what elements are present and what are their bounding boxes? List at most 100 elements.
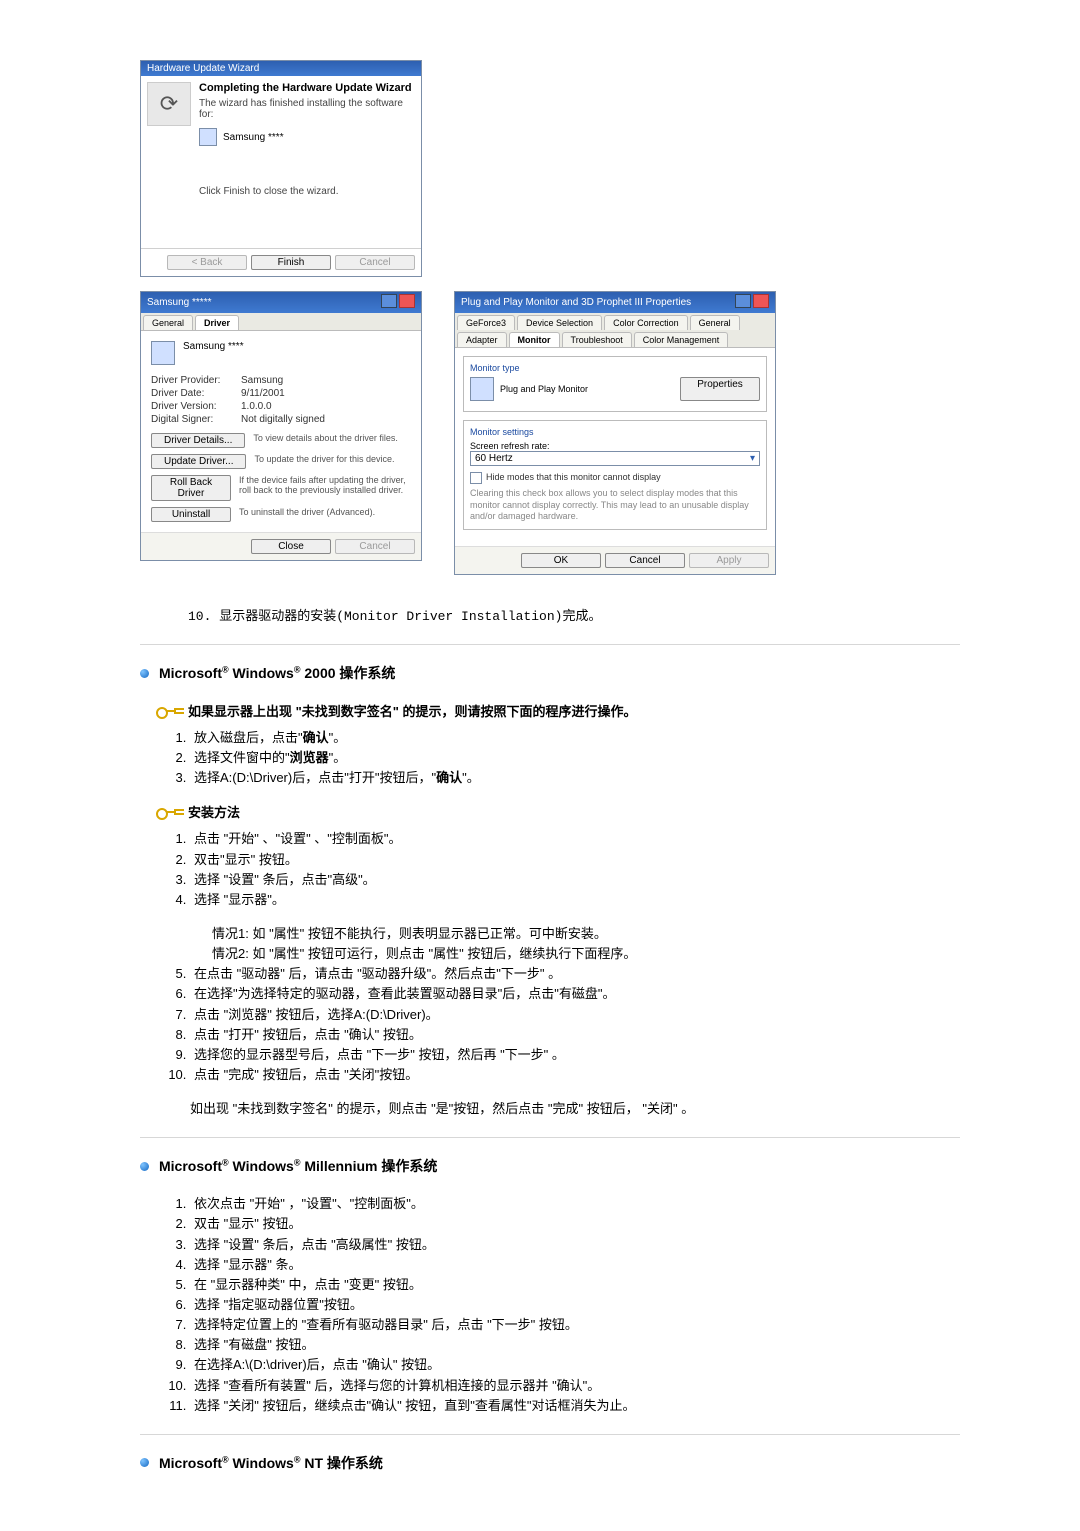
hide-modes-checkbox[interactable]	[470, 472, 482, 484]
list-item: 在选择A:\(D:\driver)后，点击 "确认" 按钮。	[190, 1355, 960, 1375]
tab-color-correction[interactable]: Color Correction	[604, 315, 688, 330]
list-item: 选择您的显示器型号后，点击 "下一步" 按钮，然后再 "下一步" 。	[190, 1045, 960, 1065]
close-icon[interactable]	[753, 294, 769, 308]
list-item: 点击 "打开" 按钮后，点击 "确认" 按钮。	[190, 1025, 960, 1045]
label-provider: Driver Provider:	[151, 375, 241, 386]
txt: Windows	[229, 1455, 294, 1471]
list-item: 点击 "完成" 按钮后，点击 "关闭"按钮。	[190, 1065, 960, 1085]
list-install-steps-2000: 点击 "开始" 、"设置" 、"控制面板"。 双击"显示" 按钮。 选择 "设置…	[190, 829, 960, 910]
cancel-button-3[interactable]: Cancel	[605, 553, 685, 568]
list-item: 双击"显示" 按钮。	[190, 850, 960, 870]
driver-device-name: Samsung ****	[183, 341, 244, 365]
cancel-button-2: Cancel	[335, 539, 415, 554]
cancel-button: Cancel	[335, 255, 415, 270]
tab-adapter[interactable]: Adapter	[457, 332, 507, 347]
update-driver-desc: To update the driver for this device.	[254, 454, 394, 464]
help-icon[interactable]	[735, 294, 751, 308]
list-item: 点击 "浏览器" 按钮后，选择A:(D:\Driver)。	[190, 1005, 960, 1025]
monitor-dlg-title: Plug and Play Monitor and 3D Prophet III…	[461, 297, 691, 308]
divider	[140, 1137, 960, 1138]
update-driver-button[interactable]: Update Driver...	[151, 454, 246, 469]
driver-properties-dialog: Samsung ***** General Driver Samsung ***…	[140, 291, 422, 561]
label-date: Driver Date:	[151, 388, 241, 399]
tail-note-2000: 如出现 "未找到数字签名" 的提示，则点击 "是"按钮，然后点击 "完成" 按钮…	[190, 1099, 960, 1119]
fieldset-monitor-settings: Monitor settings	[470, 427, 760, 437]
list-item: 选择 "查看所有装置" 后，选择与您的计算机相连接的显示器并 "确认"。	[190, 1376, 960, 1396]
key-icon	[156, 805, 178, 819]
rollback-driver-desc: If the device fails after updating the d…	[239, 475, 411, 495]
monitor-icon	[151, 341, 175, 365]
case-1: 情况1: 如 "属性" 按钮不能执行，则表明显示器已正常。可中断安装。	[212, 924, 960, 944]
value-signer: Not digitally signed	[241, 414, 325, 425]
close-button[interactable]: Close	[251, 539, 331, 554]
case-2: 情况2: 如 "属性" 按钮可运行，则点击 "属性" 按钮后，继续执行下面程序。	[212, 944, 960, 964]
txt: 2000 操作系统	[300, 665, 395, 681]
list-item: 双击 "显示" 按钮。	[190, 1214, 960, 1234]
list-item: 选择 "显示器" 条。	[190, 1255, 960, 1275]
tab-color-management[interactable]: Color Management	[634, 332, 729, 347]
txt: Microsoft	[159, 1455, 222, 1471]
uninstall-button[interactable]: Uninstall	[151, 507, 231, 522]
tab-troubleshoot[interactable]: Troubleshoot	[562, 332, 632, 347]
refresh-rate-value: 60 Hertz	[475, 453, 513, 464]
value-date: 9/11/2001	[241, 388, 285, 399]
hide-modes-label: Hide modes that this monitor cannot disp…	[486, 472, 661, 482]
ok-button[interactable]: OK	[521, 553, 601, 568]
driver-dlg-title: Samsung *****	[147, 297, 211, 308]
txt: Millennium 操作系统	[300, 1158, 437, 1174]
list-item: 选择A:(D:\Driver)后，点击"打开"按钮后，"确认"。	[190, 768, 960, 788]
help-icon[interactable]	[381, 294, 397, 308]
monitor-type-value: Plug and Play Monitor	[500, 384, 588, 394]
list-item: 在点击 "驱动器" 后，请点击 "驱动器升级"。然后点击"下一步" 。	[190, 964, 960, 984]
driver-dlg-titlebar: Samsung *****	[141, 292, 421, 313]
driver-details-button[interactable]: Driver Details...	[151, 433, 245, 448]
wizard-device: Samsung ****	[223, 132, 284, 143]
refresh-rate-select[interactable]: 60 Hertz ▾	[470, 451, 760, 466]
tab-geforce3[interactable]: GeForce3	[457, 315, 515, 330]
tab-general[interactable]: General	[143, 315, 193, 330]
wizard-icon	[147, 82, 191, 126]
chevron-down-icon: ▾	[750, 453, 755, 464]
tab-device-selection[interactable]: Device Selection	[517, 315, 602, 330]
value-provider: Samsung	[241, 375, 283, 386]
heading-windows-me: Microsoft® Windows® Millennium 操作系统	[140, 1156, 960, 1176]
wizard-line2: Click Finish to close the wizard.	[199, 186, 415, 197]
apply-button: Apply	[689, 553, 769, 568]
wizard-line1: The wizard has finished installing the s…	[199, 98, 415, 120]
subheading-install-text: 安装方法	[188, 802, 240, 821]
step-10: 10. 显示器驱动器的安装(Monitor Driver Installatio…	[188, 605, 920, 624]
driver-details-desc: To view details about the driver files.	[253, 433, 398, 443]
hardware-update-wizard: Hardware Update Wizard Completing the Ha…	[140, 60, 422, 277]
hide-modes-note: Clearing this check box allows you to se…	[470, 488, 760, 523]
list-item: 选择 "设置" 条后，点击"高级"。	[190, 870, 960, 890]
list-item: 选择 "有磁盘" 按钮。	[190, 1335, 960, 1355]
bullet-icon	[140, 1458, 149, 1467]
tab-driver[interactable]: Driver	[195, 315, 239, 330]
monitor-type-icon	[470, 377, 494, 401]
key-icon	[156, 704, 178, 718]
wizard-heading: Completing the Hardware Update Wizard	[199, 82, 415, 94]
back-button: < Back	[167, 255, 247, 270]
txt: Microsoft	[159, 1158, 222, 1174]
divider	[140, 644, 960, 645]
subheading-signature: 如果显示器上出现 "未找到数字签名" 的提示，则请按照下面的程序进行操作。	[156, 701, 960, 720]
list-item: 选择 "显示器"。	[190, 890, 960, 910]
heading-windows-nt: Microsoft® Windows® NT 操作系统	[140, 1453, 960, 1473]
tab-general-2[interactable]: General	[690, 315, 740, 330]
close-icon[interactable]	[399, 294, 415, 308]
list-item: 选择 "设置" 条后，点击 "高级属性" 按钮。	[190, 1235, 960, 1255]
subheading-signature-text: 如果显示器上出现 "未找到数字签名" 的提示，则请按照下面的程序进行操作。	[188, 701, 637, 720]
tab-monitor[interactable]: Monitor	[509, 332, 560, 347]
subheading-install: 安装方法	[156, 802, 960, 821]
list-install-steps-2000-cont: 在点击 "驱动器" 后，请点击 "驱动器升级"。然后点击"下一步" 。 在选择"…	[190, 964, 960, 1085]
list-item: 选择特定位置上的 "查看所有驱动器目录" 后，点击 "下一步" 按钮。	[190, 1315, 960, 1335]
finish-button[interactable]: Finish	[251, 255, 331, 270]
monitor-dlg-titlebar: Plug and Play Monitor and 3D Prophet III…	[455, 292, 775, 313]
txt: Windows	[229, 665, 294, 681]
list-item: 放入磁盘后，点击"确认"。	[190, 728, 960, 748]
rollback-driver-button[interactable]: Roll Back Driver	[151, 475, 231, 501]
bullet-icon	[140, 1162, 149, 1171]
uninstall-desc: To uninstall the driver (Advanced).	[239, 507, 375, 517]
properties-button[interactable]: Properties	[680, 377, 760, 401]
heading-windows-2000: Microsoft® Windows® 2000 操作系统	[140, 663, 960, 683]
